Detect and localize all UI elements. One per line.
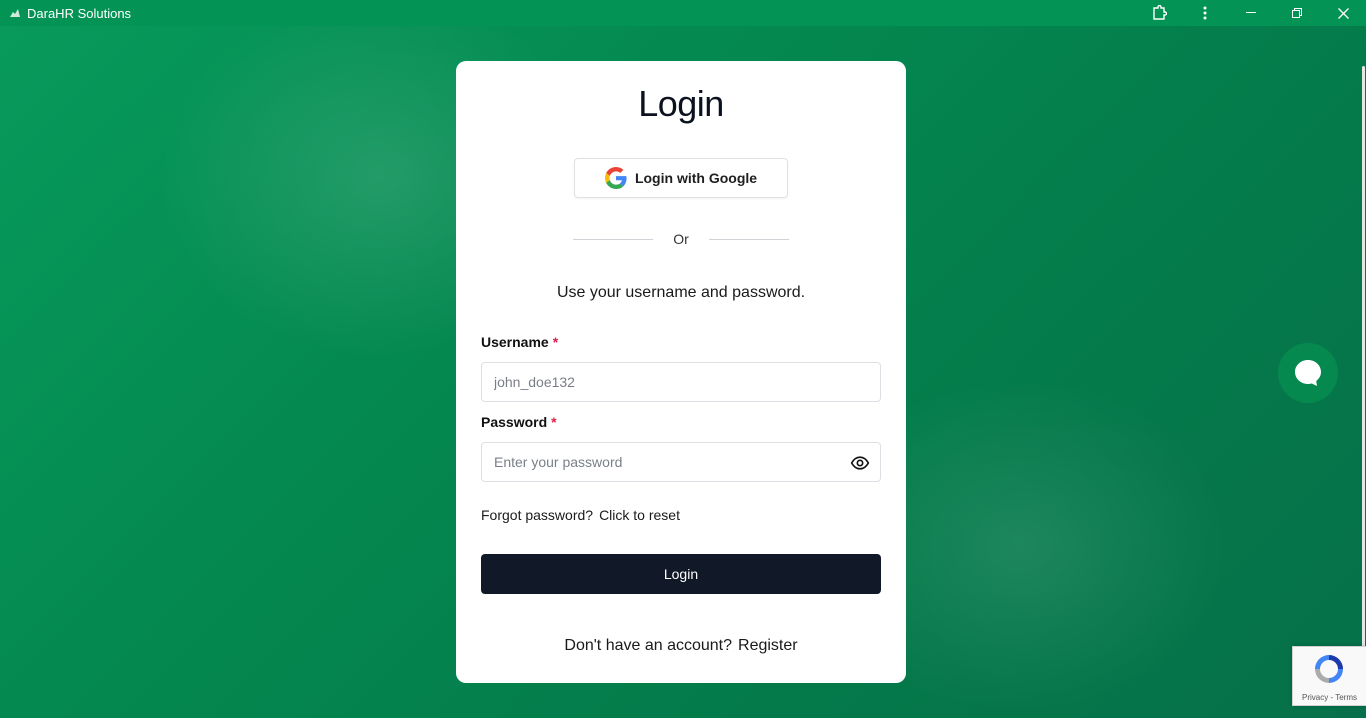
close-icon[interactable] — [1320, 0, 1366, 26]
recaptcha-icon — [1315, 655, 1343, 683]
show-password-icon[interactable] — [850, 453, 870, 473]
register-link[interactable]: Register — [738, 637, 798, 654]
scrollbar-thumb[interactable] — [1362, 66, 1365, 686]
google-button-label: Login with Google — [634, 170, 758, 186]
recaptcha-links[interactable]: Privacy - Terms — [1293, 693, 1366, 702]
username-label: Username * — [481, 334, 558, 350]
more-options-icon[interactable] — [1182, 0, 1228, 26]
forgot-password-row: Forgot password? Click to reset — [481, 507, 680, 523]
page-title: Login — [638, 83, 724, 124]
password-input[interactable] — [482, 443, 834, 481]
chat-bubble-icon — [1295, 360, 1321, 386]
restore-icon[interactable] — [1274, 0, 1320, 26]
extensions-icon[interactable] — [1136, 0, 1182, 26]
username-input[interactable] — [482, 363, 834, 401]
register-prompt: Don't have an account? — [564, 637, 733, 654]
chat-widget-button[interactable] — [1278, 343, 1338, 403]
minimize-icon[interactable] — [1228, 0, 1274, 26]
login-button[interactable]: Login — [481, 554, 881, 594]
login-subtitle: Use your username and password. — [556, 284, 806, 301]
app-logo-icon — [8, 6, 22, 20]
required-mark: * — [551, 414, 557, 430]
username-field-wrapper — [481, 362, 881, 402]
password-field-wrapper — [481, 442, 881, 482]
reset-password-link[interactable]: Click to reset — [599, 507, 680, 523]
username-label-text: Username — [481, 334, 549, 350]
login-card: Login Login with Google Or Use your user… — [456, 61, 906, 683]
password-label-text: Password — [481, 414, 548, 430]
login-with-google-button[interactable]: Login with Google — [574, 158, 788, 198]
title-bar: DaraHR Solutions — [0, 0, 1366, 26]
window-title: DaraHR Solutions — [27, 5, 132, 21]
google-icon — [604, 167, 627, 189]
forgot-password-text: Forgot password? — [481, 507, 594, 523]
divider-line — [709, 239, 789, 240]
password-label: Password * — [481, 414, 557, 430]
scrollbar[interactable] — [1360, 26, 1366, 718]
required-mark: * — [552, 334, 559, 350]
or-divider: Or — [573, 231, 789, 247]
register-row: Don't have an account? Register — [456, 637, 906, 655]
recaptcha-badge[interactable]: Privacy - Terms — [1292, 646, 1366, 706]
